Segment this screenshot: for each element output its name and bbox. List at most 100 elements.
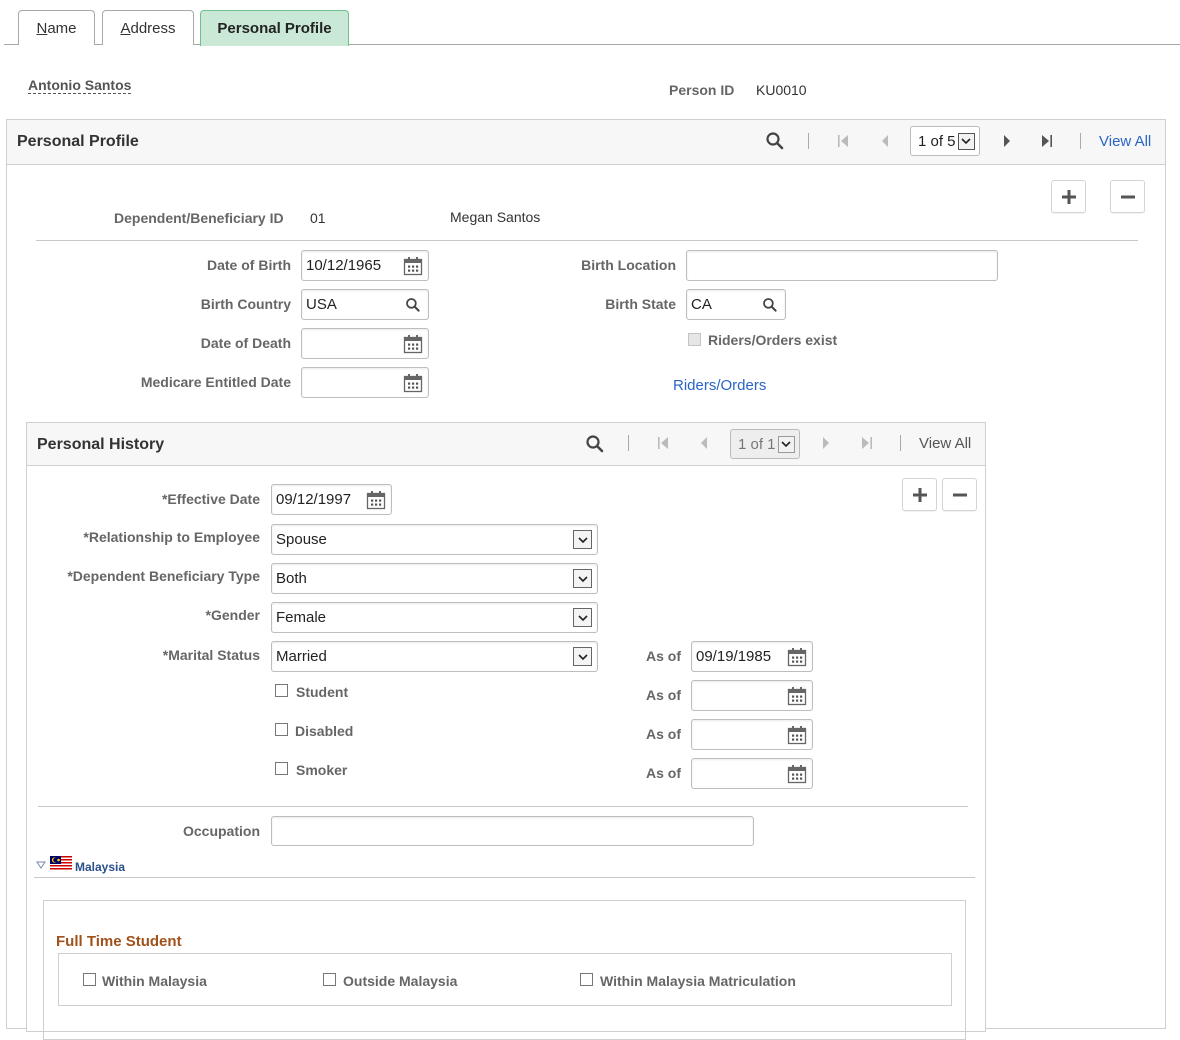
riders-orders-exist-label: Riders/Orders exist (708, 332, 838, 348)
disabled-label: Disabled (295, 723, 354, 739)
search-icon[interactable] (585, 434, 605, 454)
within-malaysia-checkbox[interactable] (83, 973, 96, 986)
birth-country-value: USA (306, 296, 337, 313)
chevron-down-icon[interactable] (573, 530, 592, 549)
relationship-value: Spouse (276, 531, 327, 548)
tab-address[interactable]: Address (102, 10, 194, 45)
full-time-student-title: Full Time Student (56, 933, 182, 950)
chevron-down-icon (777, 435, 795, 453)
history-delete-row-button[interactable] (942, 478, 977, 511)
medicare-entitled-date-label: Medicare Entitled Date (140, 374, 291, 390)
add-row-button[interactable] (1051, 180, 1086, 213)
personal-profile-header: Personal Profile 1 of 5 View All (7, 120, 1165, 165)
occupation-field[interactable] (271, 816, 754, 846)
birth-location-label: Birth Location (581, 257, 676, 273)
dependent-name: Megan Santos (450, 209, 541, 225)
within-malaysia-matriculation-checkbox[interactable] (580, 973, 593, 986)
riders-orders-exist-checkbox (688, 333, 701, 346)
date-of-death-field[interactable] (301, 328, 429, 359)
calendar-icon[interactable] (402, 333, 424, 355)
personal-profile-title: Personal Profile (17, 133, 139, 150)
tab-personal-profile-label: Personal Profile (217, 20, 332, 37)
disabled-checkbox[interactable] (275, 723, 288, 736)
marital-as-of-value: 09/19/1985 (696, 648, 772, 665)
profile-pager-select[interactable]: 1 of 5 (910, 126, 980, 156)
date-of-birth-label: Date of Birth (207, 257, 291, 273)
history-view-all-link[interactable]: View All (919, 435, 971, 452)
marital-status-label: *Marital Status (162, 647, 260, 663)
last-page-icon[interactable] (1040, 133, 1054, 149)
profile-view-all-link[interactable]: View All (1099, 133, 1151, 150)
student-checkbox[interactable] (275, 684, 288, 697)
chevron-down-icon[interactable] (573, 647, 592, 666)
dependent-beneficiary-type-select[interactable]: Both (271, 563, 598, 594)
marital-status-value: Married (276, 648, 327, 665)
chevron-down-icon (957, 132, 975, 150)
history-pager-select: 1 of 1 (730, 429, 800, 459)
disabled-as-of-label: As of (646, 726, 681, 742)
dependent-beneficiary-type-label: *Dependent Beneficiary Type (67, 568, 260, 584)
person-name-link[interactable]: Antonio Santos (28, 77, 132, 94)
person-id-label: Person ID (669, 82, 735, 98)
outside-malaysia-checkbox[interactable] (323, 973, 336, 986)
calendar-icon[interactable] (786, 763, 808, 785)
plus-icon (912, 487, 927, 502)
search-icon[interactable] (402, 294, 424, 316)
gender-select[interactable]: Female (271, 602, 598, 633)
search-icon[interactable] (759, 294, 781, 316)
history-add-row-button[interactable] (902, 478, 937, 511)
first-page-icon (658, 437, 668, 449)
student-label: Student (296, 684, 349, 700)
minus-icon (952, 493, 967, 496)
riders-orders-link[interactable]: Riders/Orders (673, 377, 766, 394)
malaysia-divider (34, 877, 975, 878)
calendar-icon[interactable] (786, 724, 808, 746)
smoker-as-of-label: As of (646, 765, 681, 781)
smoker-as-of-field[interactable] (691, 758, 813, 789)
previous-icon (882, 135, 888, 147)
delete-row-button[interactable] (1110, 180, 1145, 213)
calendar-icon[interactable] (402, 372, 424, 394)
effective-date-field[interactable]: 09/12/1997 (271, 484, 392, 515)
calendar-icon[interactable] (402, 255, 424, 277)
birth-state-label: Birth State (605, 296, 676, 312)
calendar-icon[interactable] (786, 646, 808, 668)
calendar-icon[interactable] (786, 685, 808, 707)
next-icon (823, 437, 829, 449)
person-id-value: KU0010 (756, 82, 807, 98)
marital-as-of-field[interactable]: 09/19/1985 (691, 641, 813, 672)
effective-date-value: 09/12/1997 (276, 491, 352, 508)
history-divider (38, 806, 968, 807)
tab-name[interactable]: Name (18, 10, 95, 45)
personal-history-header: Personal History 1 of 1 View All (27, 423, 985, 466)
chevron-down-icon[interactable] (573, 569, 592, 588)
minus-icon (1120, 195, 1135, 198)
search-icon[interactable] (765, 131, 785, 151)
dependent-beneficiary-type-value: Both (276, 570, 307, 587)
birth-state-field[interactable]: CA (686, 289, 786, 320)
next-icon[interactable] (1001, 133, 1013, 149)
gender-label: *Gender (205, 607, 260, 623)
triangle-down-icon[interactable] (36, 861, 46, 869)
marital-as-of-label: As of (646, 648, 681, 664)
medicare-entitled-date-field[interactable] (301, 367, 429, 398)
birth-state-value: CA (691, 296, 712, 313)
personal-history-title: Personal History (37, 436, 165, 453)
smoker-checkbox[interactable] (275, 762, 288, 775)
disabled-as-of-field[interactable] (691, 719, 813, 750)
plus-icon (1061, 189, 1076, 204)
relationship-select[interactable]: Spouse (271, 524, 598, 555)
student-as-of-field[interactable] (691, 680, 813, 711)
birth-location-field[interactable] (686, 250, 998, 281)
calendar-icon[interactable] (365, 489, 387, 511)
date-of-birth-field[interactable]: 10/12/1965 (301, 250, 429, 281)
tab-personal-profile[interactable]: Personal Profile (200, 10, 349, 46)
malaysia-section-toggle[interactable]: Malaysia (75, 860, 125, 874)
tab-address-label: ddress (130, 19, 176, 37)
dependent-id-label: Dependent/Beneficiary ID (114, 210, 284, 226)
chevron-down-icon[interactable] (573, 608, 592, 627)
marital-status-select[interactable]: Married (271, 641, 598, 672)
birth-country-field[interactable]: USA (301, 289, 429, 320)
first-page-icon (838, 135, 848, 147)
relationship-label: *Relationship to Employee (83, 529, 260, 545)
